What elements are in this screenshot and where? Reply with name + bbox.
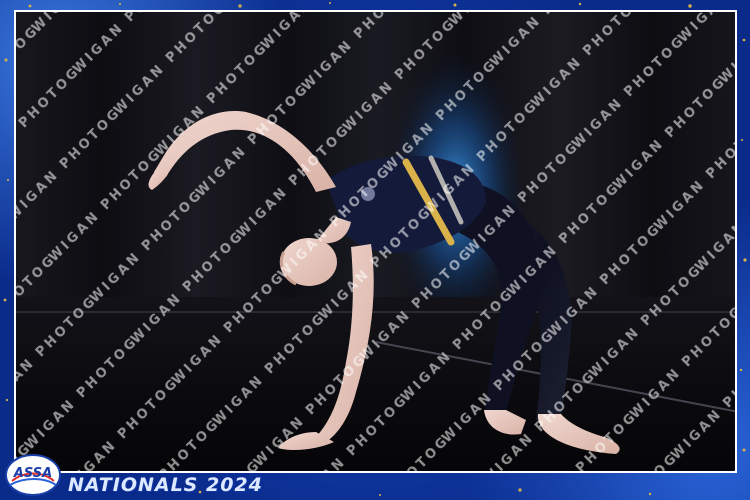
photo-frame: WIGAN PHOTOGRAPHY ASSA NATIONALS 2024 <box>0 0 750 500</box>
gymnast-backbend-image <box>16 12 735 471</box>
svg-text:ASSA: ASSA <box>13 466 52 481</box>
event-title: NATIONALS 2024 <box>68 474 263 496</box>
assa-logo: ASSA <box>5 454 61 496</box>
dance-photo: WIGAN PHOTOGRAPHY <box>14 10 737 473</box>
